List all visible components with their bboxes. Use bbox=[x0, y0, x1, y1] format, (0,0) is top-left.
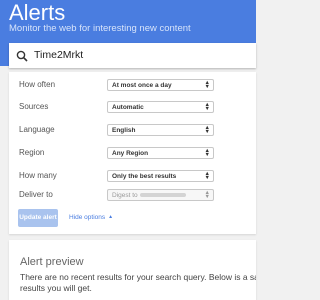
how-often-select[interactable]: At most once a day ▲ ▼ bbox=[107, 79, 214, 91]
preview-line-1: There are no recent results for your sea… bbox=[20, 272, 256, 282]
search-input[interactable]: Time2Mrkt bbox=[9, 43, 256, 68]
select-arrows-icon: ▲ ▼ bbox=[204, 102, 210, 112]
search-query[interactable]: Time2Mrkt bbox=[34, 49, 83, 61]
select-arrows-icon: ▲ ▼ bbox=[204, 171, 210, 181]
deliver-to-select[interactable]: Digest to ▲ ▼ bbox=[107, 189, 214, 201]
page-subtitle: Monitor the web for interesting new cont… bbox=[9, 23, 191, 34]
select-arrows-icon: ▲ ▼ bbox=[204, 190, 210, 200]
language-label: Language bbox=[19, 125, 55, 134]
deliver-to-label: Deliver to bbox=[19, 190, 53, 199]
caret-up-icon: ▲ bbox=[108, 214, 114, 220]
select-arrows-icon: ▲ ▼ bbox=[204, 80, 210, 90]
how-many-select[interactable]: Only the best results ▲ ▼ bbox=[107, 170, 214, 182]
redacted-email bbox=[139, 193, 186, 198]
sources-label: Sources bbox=[19, 102, 49, 111]
select-arrows-icon: ▲ ▼ bbox=[204, 125, 210, 135]
alert-options-card: How often At most once a day ▲ ▼ Sources … bbox=[9, 72, 256, 234]
update-alert-button[interactable]: Update alert bbox=[18, 209, 58, 227]
how-many-label: How many bbox=[19, 171, 57, 180]
language-select[interactable]: English ▲ ▼ bbox=[107, 124, 214, 136]
preview-title: Alert preview bbox=[20, 256, 84, 268]
alert-preview-card: Alert preview There are no recent result… bbox=[9, 240, 256, 300]
hide-options-link[interactable]: Hide options ▲ bbox=[69, 214, 113, 221]
preview-message: There are no recent results for your sea… bbox=[20, 272, 256, 294]
select-arrows-icon: ▲ ▼ bbox=[204, 148, 210, 158]
region-label: Region bbox=[19, 148, 45, 157]
sources-select[interactable]: Automatic ▲ ▼ bbox=[107, 101, 214, 113]
region-select[interactable]: Any Region ▲ ▼ bbox=[107, 147, 214, 159]
search-icon bbox=[16, 50, 28, 62]
how-often-label: How often bbox=[19, 80, 56, 89]
preview-line-2: results you will get. bbox=[20, 283, 92, 293]
